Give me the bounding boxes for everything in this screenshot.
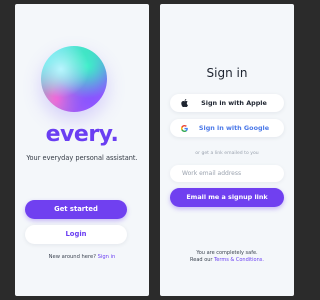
terms-link[interactable]: Terms & Conditions. [214, 257, 264, 263]
gradient-orb-logo [41, 46, 107, 112]
new-around-prefix: New around here? [48, 254, 98, 260]
new-around-text: New around here? Sign in [15, 254, 149, 260]
brand-wordmark: every. [45, 122, 119, 147]
email-signup-link-button[interactable]: Email me a signup link [170, 188, 284, 207]
tagline: Your everyday personal assistant. [26, 154, 138, 162]
email-divider-text: or get a link emailed to you [195, 151, 259, 156]
apple-button-label: Sign in with Apple [201, 99, 267, 107]
sign-in-link[interactable]: Sign in [98, 254, 116, 260]
safety-note: You are completely safe. [196, 250, 258, 256]
terms-line: Read our Terms & Conditions. [160, 257, 294, 263]
login-button[interactable]: Login [25, 225, 127, 244]
get-started-button[interactable]: Get started [25, 200, 127, 219]
work-email-input[interactable] [170, 165, 284, 182]
welcome-screen: every. Your everyday personal assistant.… [15, 4, 149, 296]
google-icon [179, 119, 189, 137]
sign-in-screen: Sign in Sign in with Apple Sign in with … [160, 4, 294, 296]
terms-prefix: Read our [190, 257, 215, 263]
google-button-label: Sign in with Google [198, 124, 270, 132]
apple-icon [179, 94, 189, 112]
sign-in-with-apple-button[interactable]: Sign in with Apple [170, 94, 284, 112]
page-title: Sign in [206, 66, 248, 80]
sign-in-with-google-button[interactable]: Sign in with Google [170, 119, 284, 137]
